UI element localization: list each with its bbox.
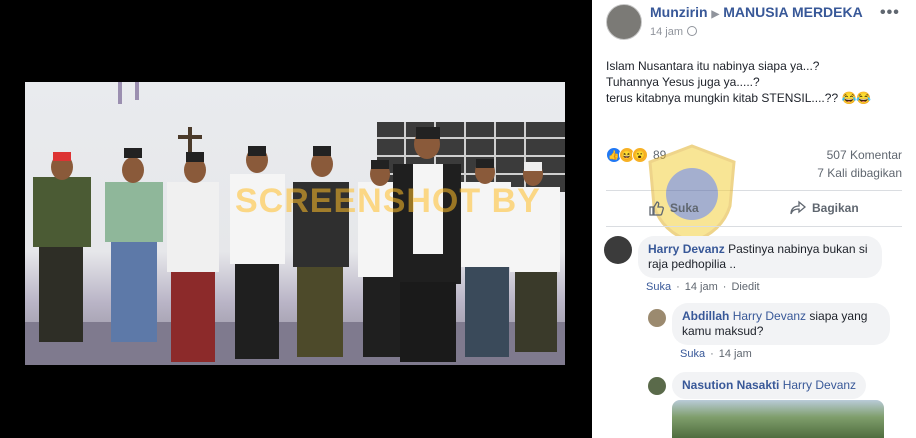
comment-edited-label[interactable]: Diedit: [731, 281, 759, 293]
post-line: Tuhannya Yesus juga ya.....?: [606, 75, 760, 89]
reply-item: Abdillah Harry Devanz siapa yang kamu ma…: [648, 303, 890, 345]
group-name-link[interactable]: MANUSIA MERDEKA: [723, 4, 862, 20]
comments-count-link[interactable]: 507 Komentar: [827, 148, 902, 162]
comment-bubble: Nasution Nasakti Harry Devanz: [672, 372, 867, 399]
commenter-name-link[interactable]: Abdillah: [682, 309, 729, 323]
mention-link[interactable]: Harry Devanz: [783, 378, 856, 392]
share-button[interactable]: Bagikan: [790, 200, 859, 216]
commenter-name-link[interactable]: Harry Devanz: [648, 242, 725, 256]
commenter-avatar[interactable]: [648, 377, 666, 395]
post-header: Munzirin ▶ MANUSIA MERDEKA: [650, 4, 863, 20]
shares-count-link[interactable]: 7 Kali dibagikan: [817, 166, 902, 180]
more-options-icon[interactable]: •••: [880, 4, 900, 22]
like-button[interactable]: Suka: [648, 200, 699, 216]
post-timestamp[interactable]: 14 jam: [650, 26, 683, 38]
comment-item: Harry Devanz Pastinya nabinya bukan si r…: [604, 236, 882, 278]
post-body: Islam Nusantara itu nabinya siapa ya...?…: [606, 58, 906, 106]
photo-scene: [25, 82, 565, 365]
comment-time[interactable]: 14 jam: [685, 281, 718, 293]
post-photo[interactable]: SCREENSHOT BY: [25, 82, 565, 365]
photo-viewer: SCREENSHOT BY: [0, 0, 592, 438]
comment-time[interactable]: 14 jam: [719, 348, 752, 360]
divider: [606, 226, 902, 227]
comment-bubble: Abdillah Harry Devanz siapa yang kamu ma…: [672, 303, 890, 345]
reactions-summary[interactable]: 👍 😆 😮 89: [606, 146, 666, 164]
commenter-name-link[interactable]: Nasution Nasakti: [682, 378, 779, 392]
watermark-text: SCREENSHOT BY: [235, 182, 541, 220]
caret-right-icon: ▶: [711, 9, 720, 20]
mention-link[interactable]: Harry Devanz: [733, 309, 806, 323]
globe-icon: [687, 26, 698, 36]
comment-like-link[interactable]: Suka: [680, 348, 705, 360]
share-arrow-icon: [790, 200, 806, 215]
comment-actions: Suka · 14 jam · Diedit: [646, 281, 760, 293]
post-meta: 14 jam: [650, 26, 698, 38]
post-line: Islam Nusantara itu nabinya siapa ya...?: [606, 59, 820, 73]
post-panel: Munzirin ▶ MANUSIA MERDEKA 14 jam ••• Isla…: [592, 0, 916, 438]
thumbs-up-icon: [649, 201, 664, 216]
reply-item: Nasution Nasakti Harry Devanz: [648, 372, 867, 399]
comment-bubble: Harry Devanz Pastinya nabinya bukan si r…: [638, 236, 882, 278]
author-name-link[interactable]: Munzirin: [650, 4, 708, 20]
like-button-label: Suka: [670, 201, 699, 215]
post-line: terus kitabnya mungkin kitab STENSIL....…: [606, 91, 872, 105]
wow-reaction-icon: 😮: [632, 147, 648, 163]
commenter-avatar[interactable]: [648, 309, 666, 327]
divider: [606, 190, 902, 191]
comment-like-link[interactable]: Suka: [646, 281, 671, 293]
comment-actions: Suka · 14 jam: [680, 348, 752, 360]
author-avatar[interactable]: [606, 4, 642, 40]
comment-image[interactable]: [672, 400, 884, 438]
share-button-label: Bagikan: [812, 201, 859, 215]
reaction-count: 89: [653, 148, 667, 162]
commenter-avatar[interactable]: [604, 236, 632, 264]
